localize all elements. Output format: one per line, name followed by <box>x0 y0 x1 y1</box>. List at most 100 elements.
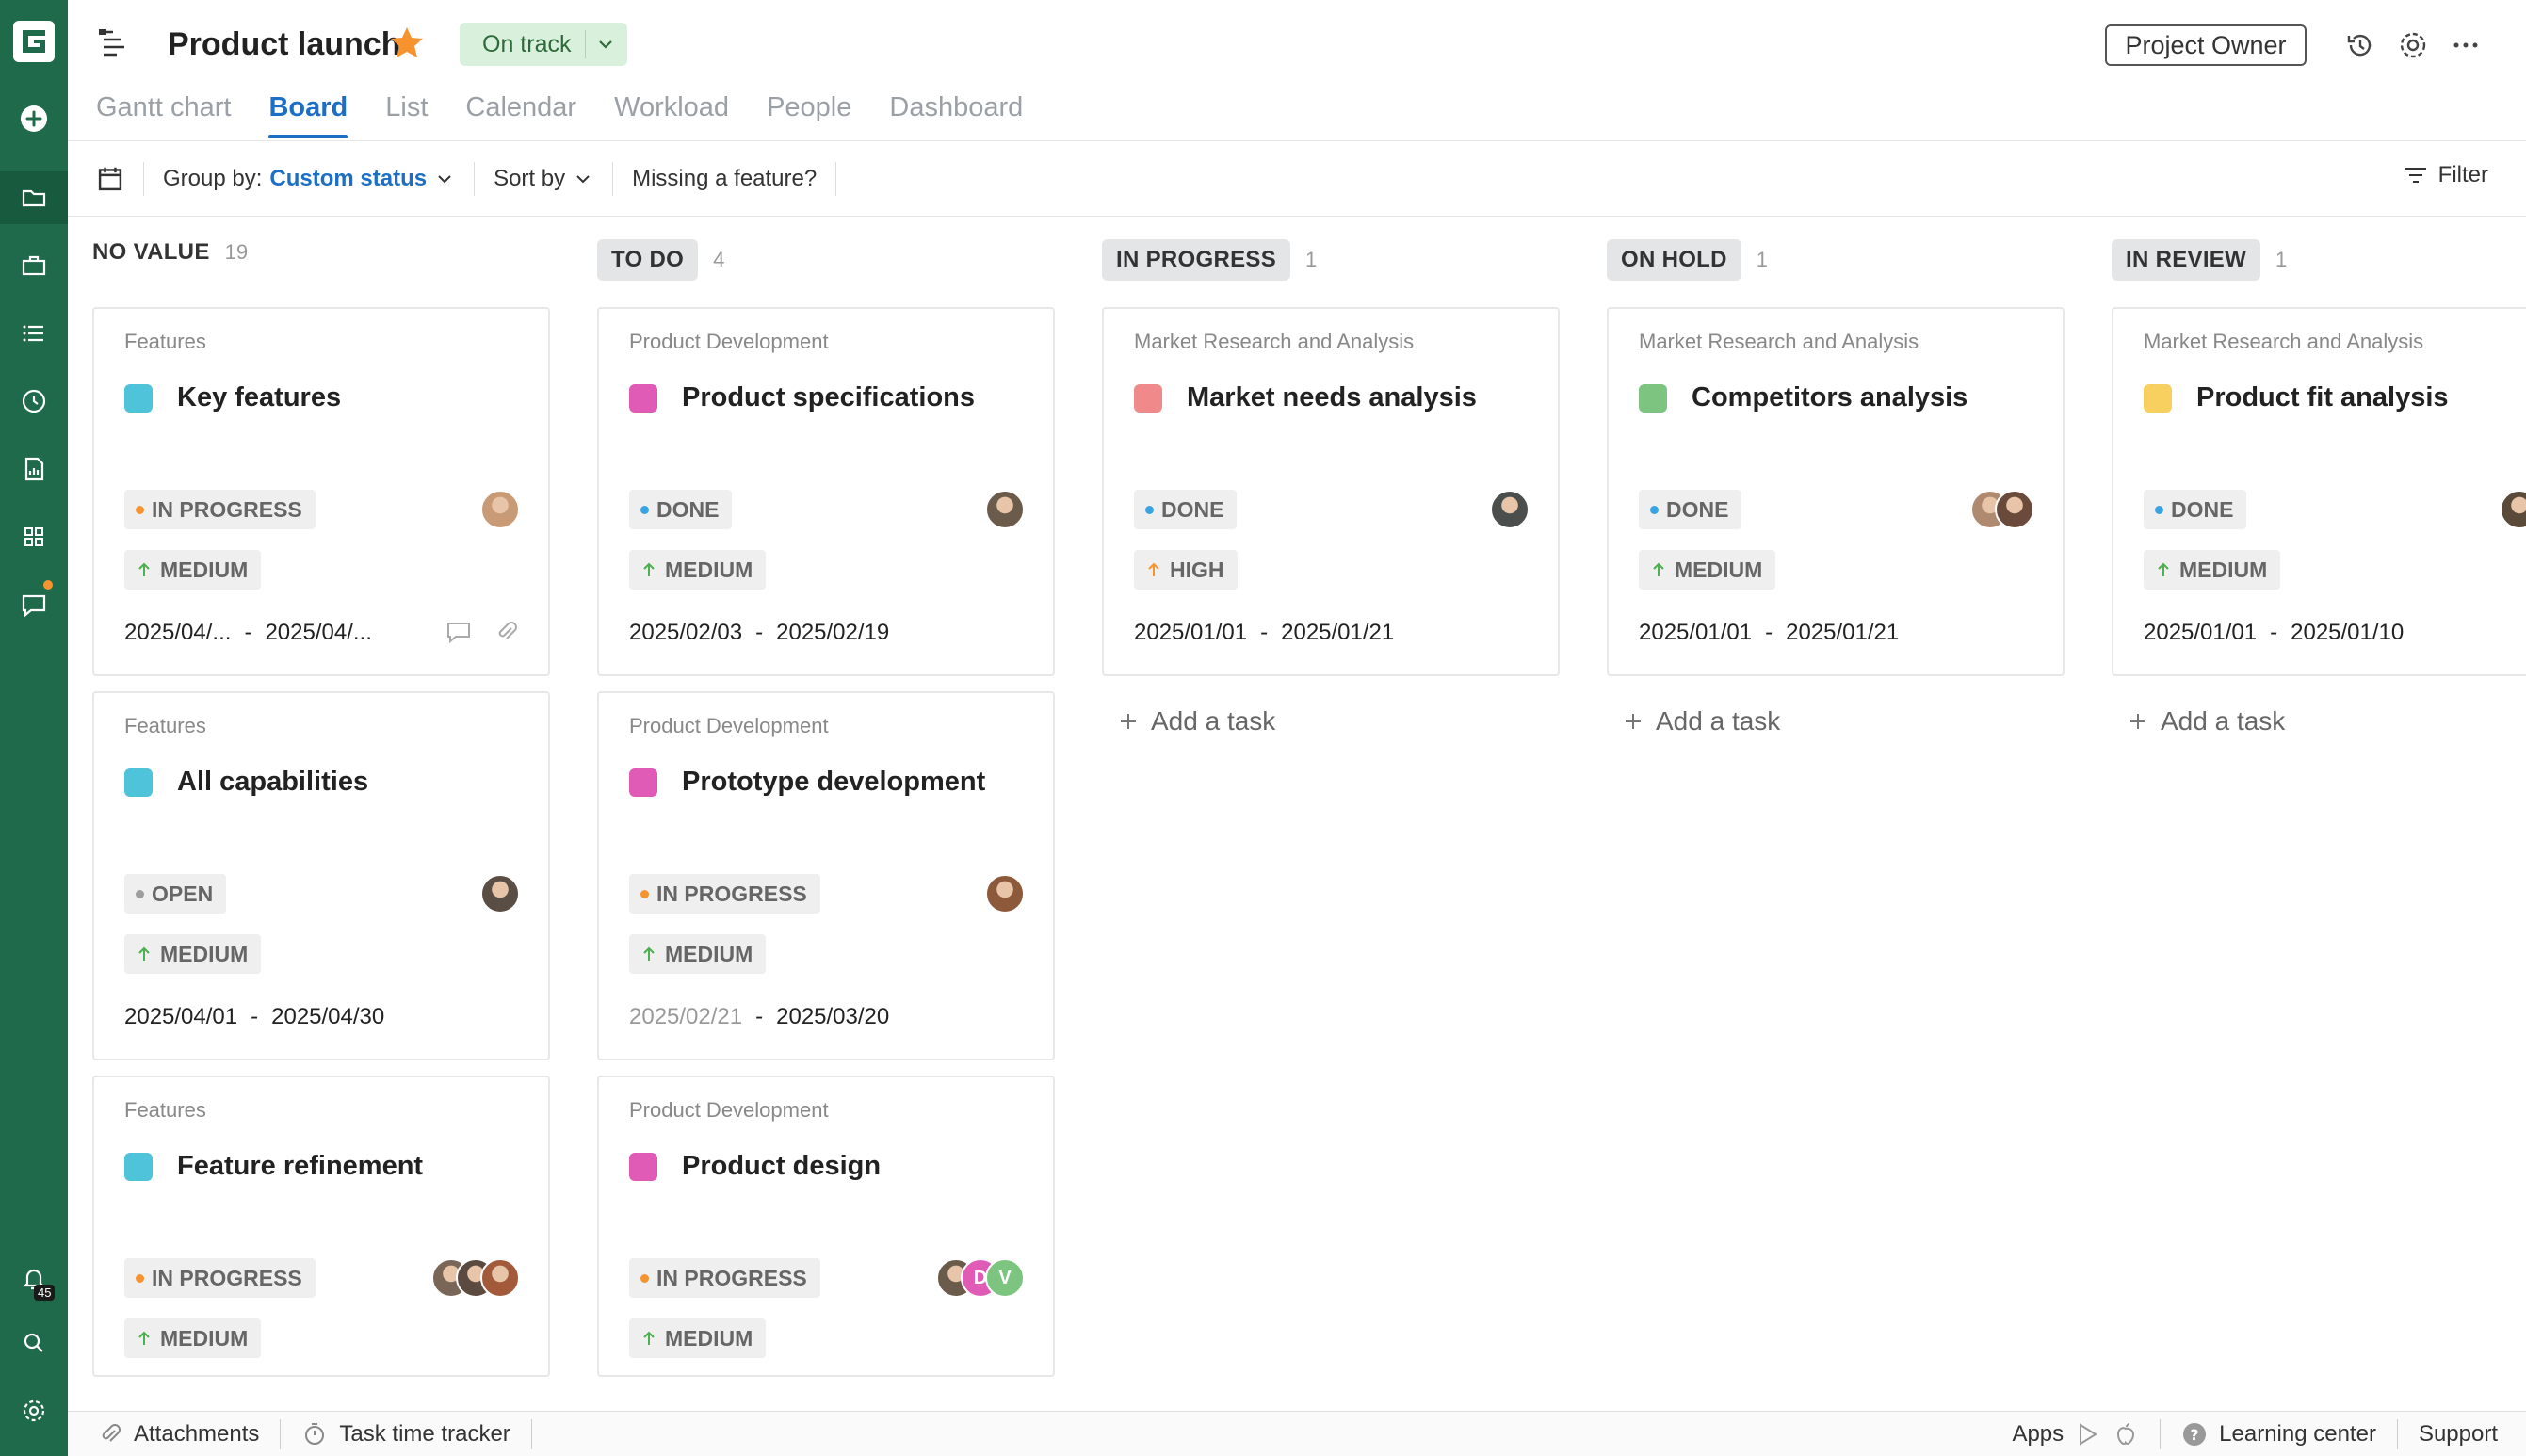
learning-center-link[interactable]: ? Learning center <box>2161 1419 2398 1449</box>
task-time-tracker-link[interactable]: Task time tracker <box>281 1418 532 1449</box>
column-header[interactable]: IN REVIEW 1 <box>2112 239 2287 281</box>
card-priority-chip[interactable]: MEDIUM <box>2144 550 2281 590</box>
card-title[interactable]: Product fit analysis <box>2196 382 2449 413</box>
column-header[interactable]: ON HOLD 1 <box>1607 239 1768 281</box>
task-card[interactable]: Features Feature refinement IN PROGRESS MED… <box>92 1076 550 1377</box>
card-assignees[interactable] <box>2500 490 2526 529</box>
card-assignees[interactable] <box>431 1258 520 1298</box>
card-status-chip[interactable]: DONE <box>629 490 733 529</box>
card-date-range[interactable]: 2025/01/01-2025/01/21 <box>1639 620 1899 646</box>
card-priority-chip[interactable]: HIGH <box>1134 550 1238 590</box>
filter-button[interactable]: Filter <box>2403 162 2488 188</box>
card-title[interactable]: Prototype development <box>682 767 985 798</box>
card-date-range[interactable]: 2025/01/01-2025/01/10 <box>2144 620 2404 646</box>
card-title[interactable]: Competitors analysis <box>1692 382 1967 413</box>
tab-workload[interactable]: Workload <box>614 92 729 133</box>
card-status-chip[interactable]: DONE <box>2144 490 2247 529</box>
portfolio-briefcase-icon[interactable] <box>0 239 68 292</box>
project-settings-gear-icon[interactable] <box>2396 28 2430 62</box>
card-status-chip[interactable]: OPEN <box>124 874 227 914</box>
missing-feature-link[interactable]: Missing a feature? <box>613 161 837 196</box>
card-title[interactable]: Key features <box>177 382 341 413</box>
history-icon[interactable] <box>2343 28 2377 62</box>
task-card[interactable]: Product Development Product specification… <box>597 307 1055 676</box>
sort-by-dropdown[interactable]: Sort by <box>475 161 614 196</box>
apps-link[interactable]: Apps <box>1991 1419 2162 1449</box>
tab-calendar[interactable]: Calendar <box>465 92 576 133</box>
comment-icon[interactable] <box>445 618 473 646</box>
card-assignees[interactable] <box>480 874 520 914</box>
card-title[interactable]: Market needs analysis <box>1187 382 1477 413</box>
time-clock-icon[interactable] <box>0 375 68 428</box>
card-priority-chip[interactable]: MEDIUM <box>124 550 262 590</box>
task-card[interactable]: Market Research and Analysis Market needs… <box>1102 307 1560 676</box>
app-logo-icon[interactable] <box>9 17 58 66</box>
card-date-range[interactable]: 2025/01/01-2025/01/21 <box>1134 620 1394 646</box>
reports-icon[interactable] <box>0 443 68 495</box>
card-date-range[interactable]: 2025/02/21-2025/03/20 <box>629 1004 889 1030</box>
settings-gear-icon[interactable] <box>0 1384 68 1437</box>
project-status-dropdown[interactable]: On track <box>460 23 627 66</box>
card-status-chip[interactable]: DONE <box>1639 490 1742 529</box>
tab-people[interactable]: People <box>767 92 851 133</box>
card-assignees[interactable] <box>1490 490 1530 529</box>
card-title[interactable]: Product design <box>682 1151 881 1182</box>
apps-grid-icon[interactable] <box>0 510 68 563</box>
calendar-toggle[interactable] <box>68 161 144 196</box>
task-card[interactable]: Market Research and Analysis Competitors … <box>1607 307 2065 676</box>
card-title[interactable]: Product specifications <box>682 382 975 413</box>
task-card[interactable]: Product Development Product design IN PROG… <box>597 1076 1055 1377</box>
card-assignees[interactable] <box>1970 490 2034 529</box>
card-title[interactable]: Feature refinement <box>177 1151 423 1182</box>
project-title[interactable]: Product launch <box>168 26 400 63</box>
card-priority-chip[interactable]: MEDIUM <box>124 934 262 974</box>
card-status-chip[interactable]: IN PROGRESS <box>629 874 820 914</box>
add-task-button[interactable]: Add a task <box>2127 706 2285 736</box>
card-priority-label: MEDIUM <box>2179 557 2268 582</box>
task-card[interactable]: Features All capabilities OPEN MEDIUM 2025/0… <box>92 691 550 1060</box>
create-new-icon[interactable] <box>0 92 68 145</box>
card-status-chip[interactable]: IN PROGRESS <box>124 1258 316 1298</box>
paperclip-icon[interactable] <box>492 618 520 646</box>
projects-folder-icon[interactable] <box>0 171 68 224</box>
card-assignees[interactable] <box>985 490 1025 529</box>
column-header[interactable]: TO DO 4 <box>597 239 724 281</box>
card-priority-chip[interactable]: MEDIUM <box>629 1318 767 1358</box>
card-assignees[interactable] <box>480 490 520 529</box>
task-card[interactable]: Features Key features IN PROGRESS MEDIUM 202… <box>92 307 550 676</box>
project-owner-button[interactable]: Project Owner <box>2105 24 2307 66</box>
column-header[interactable]: IN PROGRESS 1 <box>1102 239 1317 281</box>
card-status-chip[interactable]: DONE <box>1134 490 1238 529</box>
google-play-icon[interactable] <box>2075 1421 2101 1448</box>
attachments-link[interactable]: Attachments <box>68 1418 282 1449</box>
card-status-chip[interactable]: IN PROGRESS <box>629 1258 820 1298</box>
more-options-icon[interactable] <box>2449 28 2483 62</box>
favorite-star-icon[interactable] <box>388 24 426 62</box>
list-icon[interactable] <box>0 307 68 360</box>
task-card[interactable]: Product Development Prototype development… <box>597 691 1055 1060</box>
column-header[interactable]: NO VALUE 19 <box>92 239 248 266</box>
tab-gantt-chart[interactable]: Gantt chart <box>96 92 231 133</box>
group-by-dropdown[interactable]: Group by: Custom status <box>144 161 476 196</box>
tab-dashboard[interactable]: Dashboard <box>889 92 1023 133</box>
card-priority-chip[interactable]: MEDIUM <box>629 550 767 590</box>
card-date-range[interactable]: 2025/02/03-2025/02/19 <box>629 620 889 646</box>
card-assignees[interactable] <box>985 874 1025 914</box>
card-assignees[interactable]: DV <box>936 1258 1025 1298</box>
chat-icon[interactable] <box>0 578 68 631</box>
card-title[interactable]: All capabilities <box>177 767 368 798</box>
card-status-chip[interactable]: IN PROGRESS <box>124 490 316 529</box>
task-card[interactable]: Market Research and Analysis Product fit … <box>2112 307 2526 676</box>
apple-icon[interactable] <box>2113 1421 2139 1448</box>
tab-list[interactable]: List <box>385 92 428 133</box>
tab-board[interactable]: Board <box>268 92 348 138</box>
add-task-button[interactable]: Add a task <box>1117 706 1275 736</box>
card-priority-chip[interactable]: MEDIUM <box>1639 550 1776 590</box>
card-date-range[interactable]: 2025/04/... -2025/04/... <box>124 620 372 646</box>
search-icon[interactable] <box>0 1317 68 1369</box>
card-priority-chip[interactable]: MEDIUM <box>124 1318 262 1358</box>
card-priority-chip[interactable]: MEDIUM <box>629 934 767 974</box>
add-task-button[interactable]: Add a task <box>1622 706 1780 736</box>
support-link[interactable]: Support <box>2398 1419 2526 1449</box>
card-date-range[interactable]: 2025/04/01-2025/04/30 <box>124 1004 384 1030</box>
